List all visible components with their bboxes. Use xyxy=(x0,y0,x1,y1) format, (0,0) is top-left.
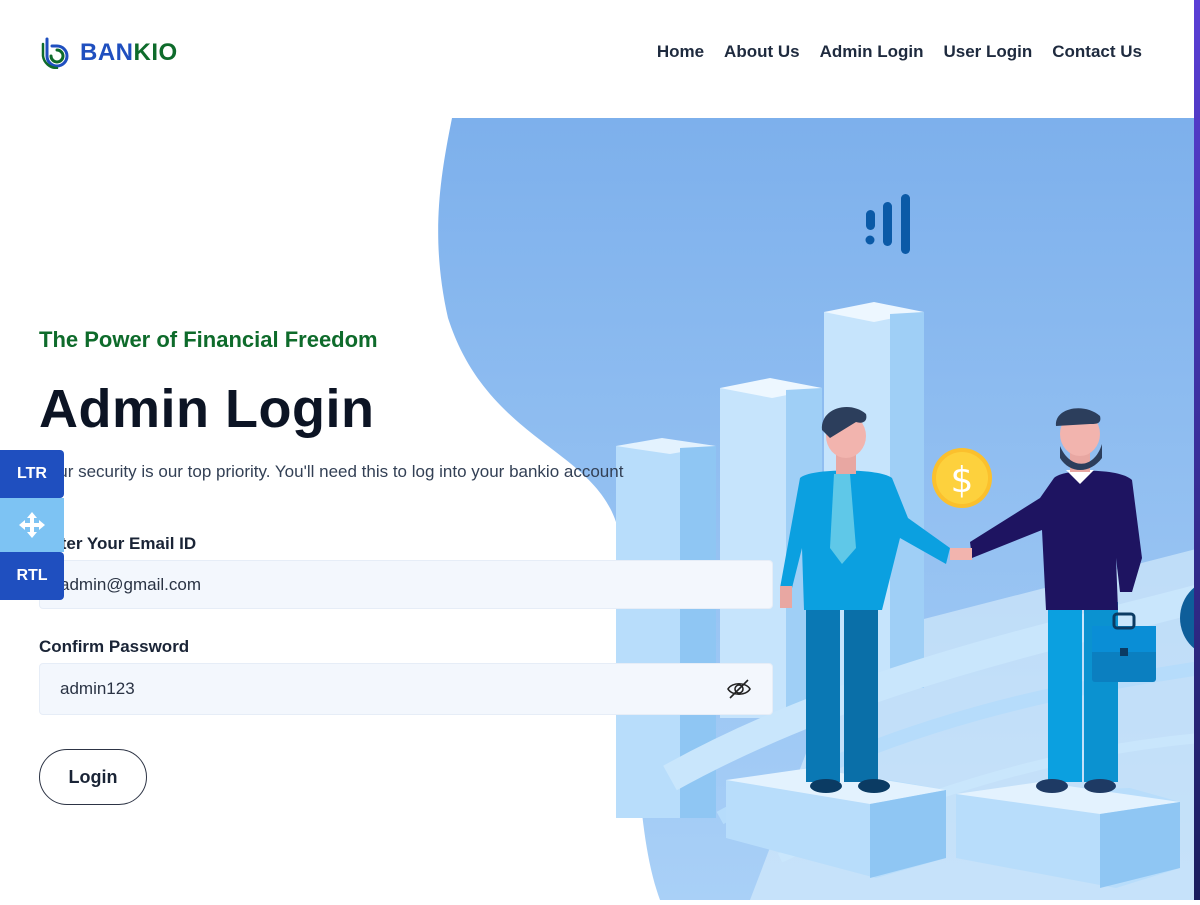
nav-about-us[interactable]: About Us xyxy=(724,40,800,64)
nav-home[interactable]: Home xyxy=(657,40,704,64)
email-value: admin@gmail.com xyxy=(60,574,202,594)
brand-logo[interactable]: BANKIO xyxy=(41,36,178,70)
scrollbar-accent xyxy=(1194,0,1200,900)
move-arrows-icon[interactable] xyxy=(0,498,64,552)
login-button[interactable]: Login xyxy=(39,749,147,805)
main-nav: Home About Us Admin Login User Login Con… xyxy=(637,40,1142,64)
hero-description: Your security is our top priority. You'l… xyxy=(39,462,624,481)
nav-admin-login[interactable]: Admin Login xyxy=(820,40,924,64)
email-field[interactable]: admin@gmail.com xyxy=(39,560,773,609)
dollar-symbol: $ xyxy=(951,460,974,501)
nav-user-login[interactable]: User Login xyxy=(943,40,1032,64)
brand-name-part2: KIO xyxy=(133,38,178,66)
bankio-logo-icon xyxy=(41,36,74,70)
eye-slash-icon[interactable] xyxy=(726,678,752,700)
rtl-button[interactable]: RTL xyxy=(0,552,64,600)
brand-name: BANKIO xyxy=(80,37,178,69)
hero-subtitle: The Power of Financial Freedom xyxy=(39,327,378,352)
password-field[interactable]: admin123 xyxy=(39,663,773,715)
page-title: Admin Login xyxy=(39,379,375,439)
password-value: admin123 xyxy=(60,679,135,698)
password-label: Confirm Password xyxy=(39,637,190,656)
email-label: Enter Your Email ID xyxy=(39,534,197,553)
dollar-coin-icon: $ xyxy=(932,448,992,508)
brand-name-part1: BAN xyxy=(80,38,134,66)
login-section: The Power of Financial Freedom Admin Log… xyxy=(39,322,779,805)
nav-contact-us[interactable]: Contact Us xyxy=(1052,40,1142,64)
direction-tools: LTR RTL xyxy=(0,450,64,600)
site-header: BANKIO Home About Us Admin Login User Lo… xyxy=(0,0,1200,105)
ltr-button[interactable]: LTR xyxy=(0,450,64,498)
